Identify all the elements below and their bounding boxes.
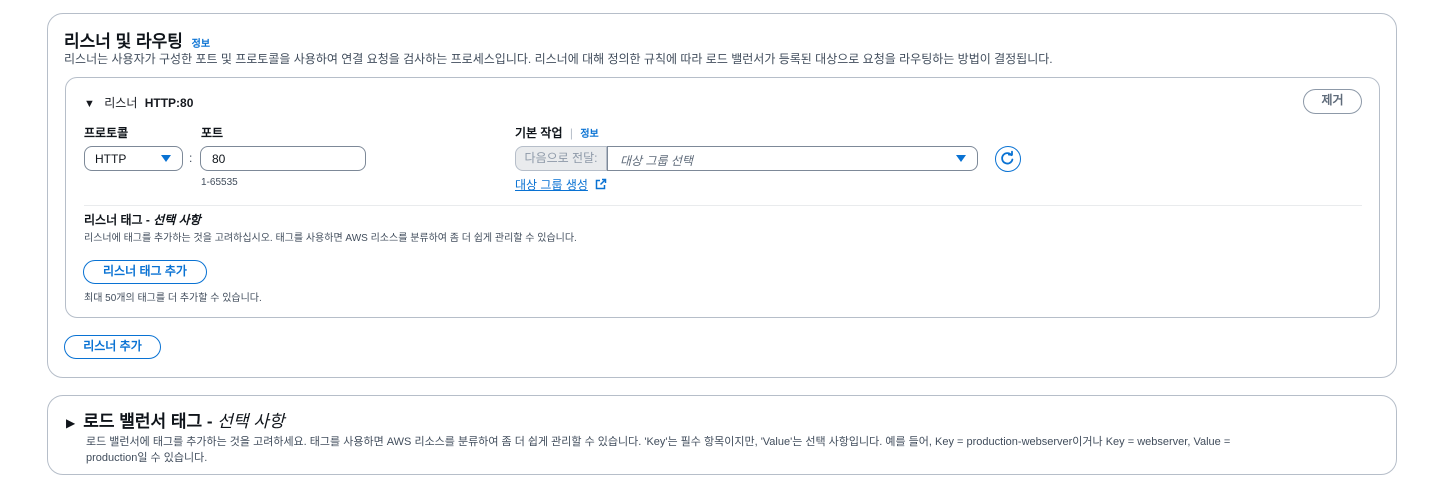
lb-tags-description-line2: production일 수 있습니다. bbox=[86, 452, 208, 464]
caret-down-icon bbox=[956, 155, 966, 162]
listener-tags-optional: 선택 사항 bbox=[153, 213, 201, 227]
section-title-text: 리스너 및 라우팅 bbox=[64, 32, 183, 51]
refresh-button[interactable] bbox=[995, 146, 1021, 172]
expand-triangle-icon: ▶ bbox=[66, 416, 76, 430]
remove-button[interactable]: 제거 bbox=[1303, 89, 1362, 114]
target-group-placeholder: 대상 그룹 선택 bbox=[620, 154, 693, 168]
section-description: 리스너는 사용자가 구성한 포트 및 프로토콜을 사용하여 연결 요청을 검사하… bbox=[64, 52, 1053, 66]
lb-tags-optional: 선택 사항 bbox=[217, 412, 285, 431]
external-link-icon bbox=[596, 178, 607, 190]
listeners-routing-panel: 리스너 및 라우팅 정보 리스너는 사용자가 구성한 포트 및 프로토콜을 사용… bbox=[47, 13, 1397, 378]
listener-header-name: HTTP:80 bbox=[144, 96, 194, 110]
caret-down-icon bbox=[161, 155, 171, 162]
add-listener-tag-button[interactable]: 리스너 태그 추가 bbox=[83, 260, 207, 284]
protocol-label: 프로토콜 bbox=[84, 126, 129, 140]
port-hint: 1-65535 bbox=[201, 177, 238, 188]
default-action-info-link[interactable]: 정보 bbox=[580, 129, 598, 140]
listener-tags-title-text: 리스너 태그 - bbox=[84, 213, 154, 227]
protocol-value: HTTP bbox=[95, 152, 127, 166]
lb-tags-description-line1: 로드 밸런서에 태그를 추가하는 것을 고려하세요. 태그를 사용하면 AWS … bbox=[86, 436, 1231, 448]
target-group-select[interactable]: 대상 그룹 선택 bbox=[607, 146, 978, 171]
label-divider: | bbox=[569, 126, 573, 140]
protocol-port-separator: : bbox=[189, 151, 193, 165]
create-target-group-text: 대상 그룹 생성 bbox=[515, 178, 588, 192]
protocol-select[interactable]: HTTP bbox=[84, 146, 183, 171]
refresh-icon bbox=[1001, 150, 1014, 165]
create-target-group-link[interactable]: 대상 그룹 생성 bbox=[515, 176, 607, 194]
listener-container: ▼ 리스너 HTTP:80 제거 프로토콜 포트 HTTP : 80 1-655… bbox=[65, 77, 1380, 318]
port-input[interactable]: 80 bbox=[200, 146, 366, 171]
forward-to-prefix: 다음으로 전달: bbox=[515, 146, 607, 171]
lb-tags-header[interactable]: ▶ 로드 밸런서 태그 - 선택 사항 bbox=[66, 407, 285, 432]
divider bbox=[84, 205, 1362, 206]
collapse-triangle-icon: ▼ bbox=[84, 98, 95, 110]
tags-limit-text: 최대 50개의 태그를 더 추가할 수 있습니다. bbox=[84, 293, 262, 304]
default-action-label: 기본 작업 | 정보 bbox=[515, 124, 599, 141]
section-title: 리스너 및 라우팅 정보 bbox=[64, 27, 210, 52]
listener-tags-description: 리스너에 태그를 추가하는 것을 고려하십시오. 태그를 사용하면 AWS 리소… bbox=[84, 233, 577, 244]
lb-tags-title: 로드 밸런서 태그 - bbox=[83, 412, 218, 431]
listener-header-prefix: 리스너 bbox=[104, 96, 138, 110]
lb-tags-panel: ▶ 로드 밸런서 태그 - 선택 사항 로드 밸런서에 태그를 추가하는 것을 고… bbox=[47, 395, 1397, 475]
listener-header[interactable]: ▼ 리스너 HTTP:80 bbox=[84, 94, 193, 111]
add-listener-button[interactable]: 리스너 추가 bbox=[64, 335, 161, 359]
port-value: 80 bbox=[212, 152, 226, 166]
info-link[interactable]: 정보 bbox=[192, 39, 210, 50]
listener-tags-title: 리스너 태그 - 선택 사항 bbox=[84, 211, 201, 228]
port-label: 포트 bbox=[201, 126, 224, 140]
default-action-label-text: 기본 작업 bbox=[515, 126, 563, 140]
